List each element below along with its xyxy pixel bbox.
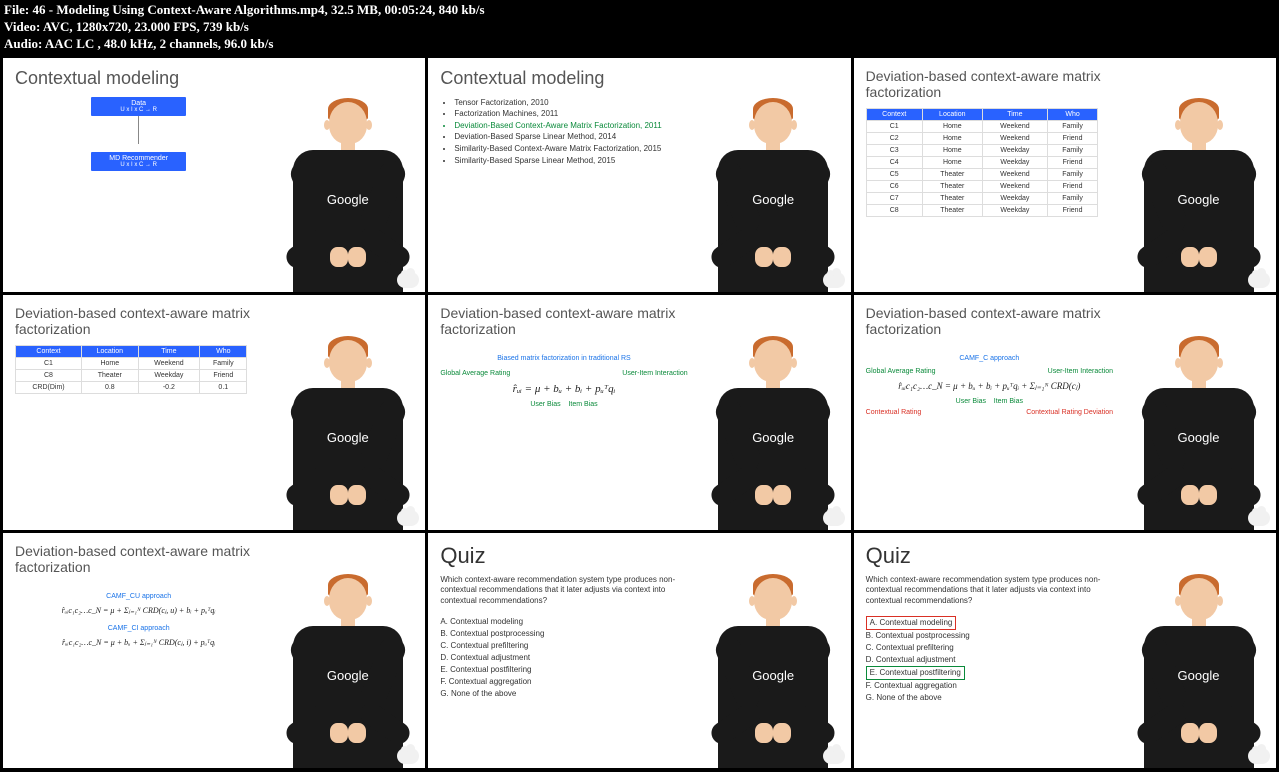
label-gar: Global Average Rating (440, 370, 510, 377)
slide-title: Contextual modeling (15, 68, 262, 89)
formula: r̂ᵤᵢc₁c₂…c_N = μ + bᵤ + bᵢ + pᵤᵀqᵢ + Σⱼ₌… (866, 381, 1113, 392)
formula: r̂ᵤᵢ = μ + bᵤ + bᵢ + pᵤᵀqᵢ (440, 383, 687, 395)
quiz-options: A. Contextual modelingB. Contextual post… (440, 616, 687, 700)
shirt-logo: Google (703, 192, 843, 207)
approach-label: CAMF_C approach (866, 355, 1113, 362)
presenter: Google (1121, 295, 1276, 530)
shirt-logo: Google (278, 430, 418, 445)
thumbnail[interactable]: Contextual modeling Data U x I x C → R M… (3, 58, 425, 293)
presenter: Google (270, 295, 425, 530)
shirt-logo: Google (703, 430, 843, 445)
approach-cu: CAMF_CU approach (15, 593, 262, 600)
thumbnail-grid: Contextual modeling Data U x I x C → R M… (0, 55, 1279, 771)
shirt-logo: Google (1129, 430, 1269, 445)
cloud-icon (1248, 272, 1270, 288)
quiz-title: Quiz (866, 543, 1113, 569)
diagram-recommender-box: MD Recommender U x I x C → R (91, 152, 186, 171)
diagram-data-box: Data U x I x C → R (91, 97, 186, 116)
approach-ci: CAMF_CI approach (15, 625, 262, 632)
quiz-title: Quiz (440, 543, 687, 569)
formula-cu: r̂ᵤᵢc₁c₂…c_N = μ + Σⱼ₌₁ᴺ CRD(cⱼ, u) + bᵢ… (15, 606, 262, 615)
audio-line: Audio: AAC LC , 48.0 kHz, 2 channels, 96… (4, 36, 1275, 53)
presenter: Google (696, 58, 851, 293)
video-line: Video: AVC, 1280x720, 23.000 FPS, 739 kb… (4, 19, 1275, 36)
quiz-question: Which context-aware recommendation syste… (866, 575, 1113, 606)
slide-title: Deviation-based context-aware matrix fac… (866, 305, 1113, 337)
label-gar: Global Average Rating (866, 368, 936, 375)
shirt-logo: Google (703, 668, 843, 683)
formula-subtitle: Biased matrix factorization in tradition… (440, 355, 687, 362)
presenter: Google (696, 295, 851, 530)
presenter: Google (1121, 58, 1276, 293)
slide-title: Deviation-based context-aware matrix fac… (15, 305, 262, 337)
shirt-logo: Google (278, 668, 418, 683)
presenter: Google (270, 533, 425, 768)
slide-title: Deviation-based context-aware matrix fac… (866, 68, 1113, 100)
thumbnail[interactable]: Quiz Which context-aware recommendation … (854, 533, 1276, 768)
label-item-bias: Item Bias (568, 401, 597, 408)
shirt-logo: Google (1129, 668, 1269, 683)
cloud-icon (397, 272, 419, 288)
cloud-icon (823, 510, 845, 526)
cloud-icon (1248, 510, 1270, 526)
file-info-header: File: 46 - Modeling Using Context-Aware … (0, 0, 1279, 55)
diagram-connector (138, 116, 139, 144)
thumbnail[interactable]: Deviation-based context-aware matrix fac… (428, 295, 850, 530)
label-crd: Contextual Rating Deviation (1026, 409, 1113, 416)
thumbnail[interactable]: Deviation-based context-aware matrix fac… (854, 58, 1276, 293)
file-line: File: 46 - Modeling Using Context-Aware … (4, 2, 1275, 19)
presenter: Google (696, 533, 851, 768)
slide-title: Deviation-based context-aware matrix fac… (440, 305, 687, 337)
label-user-bias: User Bias (956, 398, 986, 405)
presenter: Google (270, 58, 425, 293)
thumbnail[interactable]: Deviation-based context-aware matrix fac… (3, 295, 425, 530)
presenter: Google (1121, 533, 1276, 768)
cloud-icon (397, 510, 419, 526)
label-contextual-rating: Contextual Rating (866, 409, 922, 416)
label-user-bias: User Bias (530, 401, 560, 408)
cloud-icon (823, 272, 845, 288)
label-uii: User-Item Interaction (622, 370, 687, 377)
shirt-logo: Google (1129, 192, 1269, 207)
slide-title: Deviation-based context-aware matrix fac… (15, 543, 262, 575)
cloud-icon (823, 748, 845, 764)
thumbnail[interactable]: Quiz Which context-aware recommendation … (428, 533, 850, 768)
quiz-options: A. Contextual modelingB. Contextual post… (866, 616, 1113, 704)
cloud-icon (1248, 748, 1270, 764)
thumbnail[interactable]: Deviation-based context-aware matrix fac… (854, 295, 1276, 530)
thumbnail[interactable]: Contextual modeling Tensor Factorization… (428, 58, 850, 293)
bullet-list: Tensor Factorization, 2010Factorization … (440, 97, 687, 167)
shirt-logo: Google (278, 192, 418, 207)
label-uii: User-Item Interaction (1048, 368, 1113, 375)
formula-ci: r̂ᵤᵢc₁c₂…c_N = μ + bᵤ + Σⱼ₌₁ᴺ CRD(cⱼ, i)… (15, 638, 262, 647)
quiz-question: Which context-aware recommendation syste… (440, 575, 687, 606)
label-item-bias: Item Bias (994, 398, 1023, 405)
slide-title: Contextual modeling (440, 68, 687, 89)
cloud-icon (397, 748, 419, 764)
thumbnail[interactable]: Deviation-based context-aware matrix fac… (3, 533, 425, 768)
context-table: ContextLocationTimeWhoC1HomeWeekendFamil… (866, 108, 1099, 217)
context-table: ContextLocationTimeWhoC1HomeWeekendFamil… (15, 345, 247, 394)
